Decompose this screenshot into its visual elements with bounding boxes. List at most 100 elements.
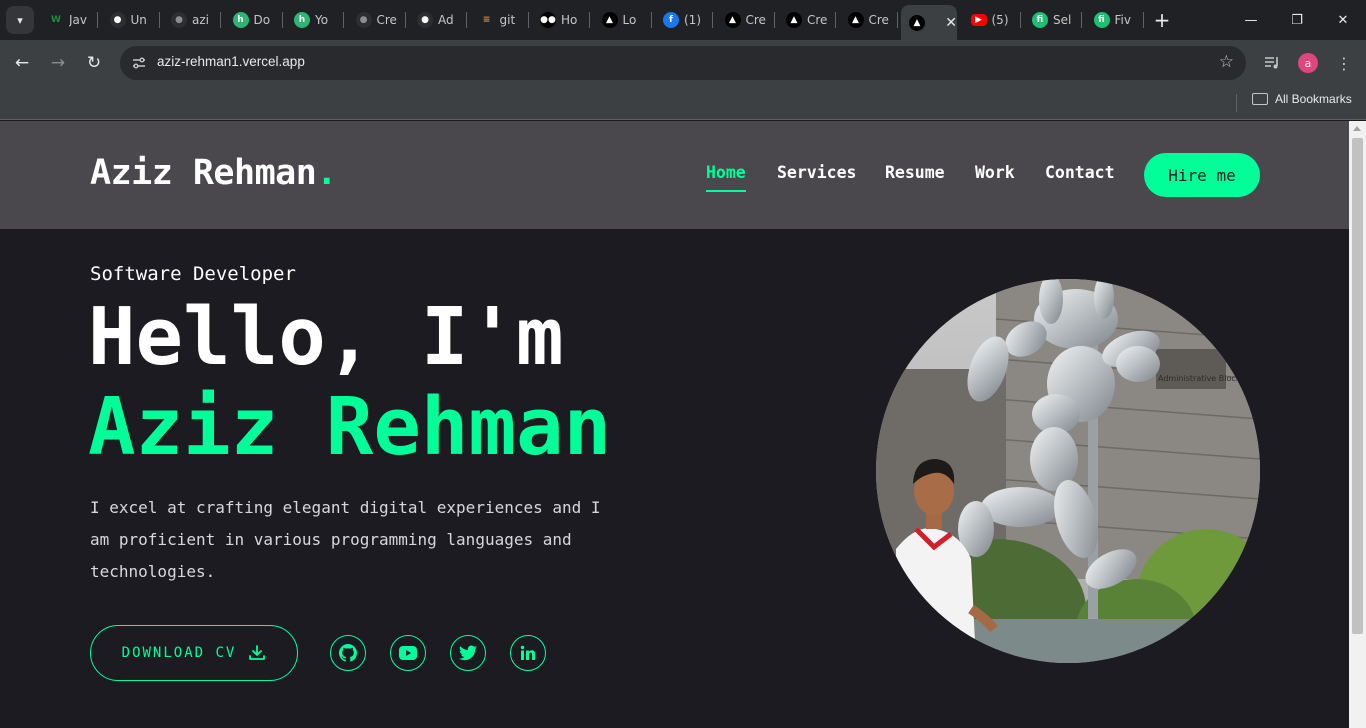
- browser-tab[interactable]: ≡ git: [471, 8, 529, 32]
- bookmarks-bar: All Bookmarks: [0, 86, 1366, 120]
- tab-search-button[interactable]: ▾: [6, 6, 34, 34]
- browser-tab[interactable]: ● Cre: [348, 8, 406, 32]
- h-icon: h: [232, 12, 249, 28]
- tab-title: Sel: [1053, 13, 1072, 27]
- arrow-right-icon: →: [50, 53, 66, 73]
- logo-text: Aziz Rehman: [90, 153, 317, 193]
- scroll-thumb[interactable]: [1352, 138, 1363, 634]
- tab-title: Yo: [315, 13, 329, 27]
- medium-icon: ●●: [540, 12, 556, 28]
- svg-text:Administrative Block: Administrative Block: [1158, 374, 1241, 383]
- site-logo[interactable]: Aziz Rehman.: [90, 153, 337, 193]
- hero-greeting: Hello, I'm: [88, 291, 564, 383]
- nav-work[interactable]: Work: [975, 163, 1015, 182]
- tab-title: Jav: [69, 13, 87, 27]
- tab-title: Cre: [807, 13, 828, 27]
- logo-dot: .: [316, 153, 337, 193]
- vercel-icon: ▲: [601, 12, 618, 28]
- github-icon: ●: [109, 12, 126, 28]
- facebook-icon: f: [663, 12, 679, 28]
- browser-tab[interactable]: ▲ Cre: [717, 8, 775, 32]
- browser-tab[interactable]: ● Un: [102, 8, 160, 32]
- hire-me-button[interactable]: Hire me: [1144, 153, 1260, 197]
- w-icon: W: [51, 15, 61, 25]
- restore-button[interactable]: ❐: [1282, 6, 1312, 34]
- more-menu-icon[interactable]: ⋮: [1333, 52, 1355, 74]
- vercel-icon: ▲: [909, 14, 925, 31]
- youtube-icon: ▶: [970, 14, 987, 26]
- vercel-icon: ▲: [786, 12, 802, 28]
- all-bookmarks-button[interactable]: All Bookmarks: [1252, 92, 1352, 106]
- minimize-icon: —: [1244, 12, 1258, 28]
- back-button[interactable]: ←: [9, 50, 35, 76]
- nav-contact[interactable]: Contact: [1045, 163, 1115, 182]
- github-link[interactable]: [330, 635, 366, 671]
- browser-tab[interactable]: fi Fiv: [1086, 8, 1144, 32]
- close-window-button[interactable]: ✕: [1328, 6, 1358, 34]
- browser-tab[interactable]: h Yo: [286, 8, 344, 32]
- browser-tab[interactable]: h Do: [225, 8, 283, 32]
- vercel-icon: ▲: [847, 12, 864, 28]
- tab-title: Ho: [561, 13, 578, 27]
- site-header: Aziz Rehman. Home Services Resume Work C…: [0, 121, 1349, 229]
- tab-title: (1): [684, 13, 701, 27]
- tab-title: Cre: [745, 13, 766, 27]
- browser-tab[interactable]: ▲ Lo: [594, 8, 652, 32]
- browser-tab[interactable]: ▲ Cre: [778, 8, 836, 32]
- tab-title: Lo: [622, 13, 637, 27]
- browser-toolbar: ← → ↻ aziz-rehman1.vercel.app ☆ a ⋮: [0, 40, 1366, 86]
- portfolio-page: Aziz Rehman. Home Services Resume Work C…: [0, 121, 1349, 728]
- linkedin-link[interactable]: [510, 635, 546, 671]
- browser-tab[interactable]: f (1): [655, 8, 713, 32]
- nav-services[interactable]: Services: [777, 163, 856, 182]
- forward-button[interactable]: →: [45, 50, 71, 76]
- hero-role: Software Developer: [90, 263, 296, 285]
- tab-title: Cre: [376, 13, 397, 27]
- page-scrollbar[interactable]: [1349, 121, 1366, 728]
- chevron-down-icon: ▾: [17, 13, 23, 27]
- hero-name: Aziz Rehman: [88, 381, 612, 473]
- bookmark-star-icon[interactable]: ☆: [1219, 52, 1234, 72]
- minimize-button[interactable]: —: [1236, 6, 1266, 34]
- browser-tab[interactable]: ● azi: [163, 8, 221, 32]
- browser-tab[interactable]: fi Sel: [1024, 8, 1082, 32]
- avatar-letter: a: [1304, 56, 1312, 70]
- nav-resume[interactable]: Resume: [885, 163, 945, 182]
- browser-tab[interactable]: ● Ad: [409, 8, 467, 32]
- github-icon: ●: [171, 12, 187, 28]
- folder-icon: [1252, 93, 1268, 105]
- new-tab-button[interactable]: +: [1150, 8, 1174, 32]
- site-info-icon[interactable]: [129, 53, 149, 73]
- tab-title: azi: [192, 13, 209, 27]
- all-bookmarks-label: All Bookmarks: [1275, 92, 1352, 106]
- vercel-icon: ▲: [724, 12, 741, 28]
- address-bar[interactable]: aziz-rehman1.vercel.app ☆: [120, 46, 1246, 80]
- youtube-link[interactable]: [390, 635, 426, 671]
- github-icon: ●: [355, 12, 372, 28]
- twitter-link[interactable]: [450, 635, 486, 671]
- browser-tab[interactable]: W Jav: [40, 8, 98, 32]
- tab-title: Cre: [868, 13, 889, 27]
- browser-tab[interactable]: ▶ (5): [963, 8, 1021, 32]
- tab-title: git: [499, 13, 516, 27]
- browser-tab[interactable]: ●● Ho: [532, 8, 590, 32]
- close-tab-icon[interactable]: ✕: [945, 15, 957, 31]
- arrow-left-icon: ←: [14, 53, 30, 73]
- tab-title: Fiv: [1114, 13, 1131, 27]
- close-icon: ✕: [1337, 12, 1349, 28]
- reload-button[interactable]: ↻: [81, 50, 107, 76]
- profile-avatar[interactable]: a: [1298, 53, 1318, 73]
- media-controls-icon[interactable]: [1261, 52, 1283, 74]
- bookmarks-separator: [1236, 94, 1237, 112]
- stackoverflow-icon: ≡: [482, 15, 491, 25]
- youtube-icon: [399, 646, 417, 660]
- url-text[interactable]: aziz-rehman1.vercel.app: [157, 54, 305, 69]
- download-cv-button[interactable]: DOWNLOAD CV: [90, 625, 298, 681]
- tab-strip: ▾ W Jav ● Un ● azi h Do h Yo ● Cre ● Ad ≡ git ●● Ho ▲ Lo f (1…: [0, 0, 1366, 40]
- fiverr-icon: fi: [1093, 12, 1110, 28]
- browser-tab[interactable]: ▲ ✕: [901, 5, 957, 40]
- nav-home[interactable]: Home: [706, 163, 746, 192]
- browser-tab[interactable]: ▲ Cre: [840, 8, 898, 32]
- scroll-up-arrow-icon[interactable]: [1353, 126, 1361, 131]
- h-icon: h: [294, 12, 310, 28]
